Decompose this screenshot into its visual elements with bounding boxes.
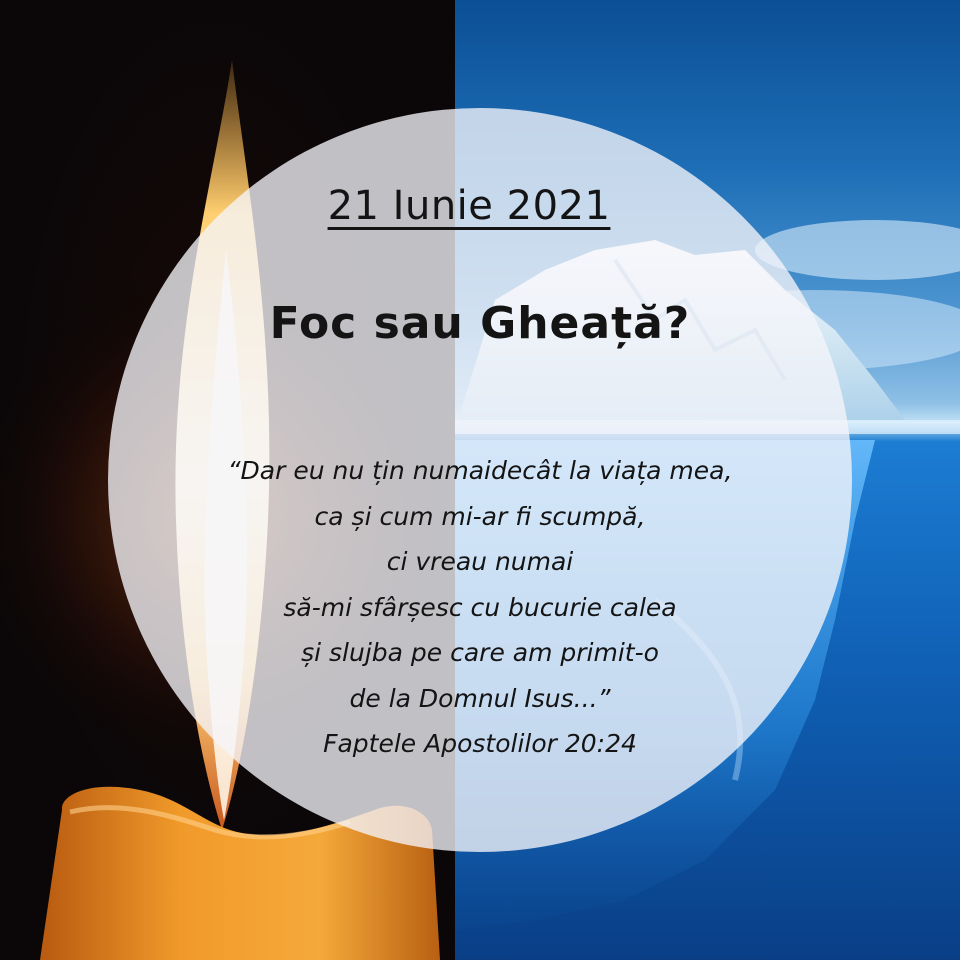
- date-heading: 21 Iunie 2021: [108, 183, 852, 229]
- quote-line: ci vreau numai: [386, 547, 574, 576]
- text-content: 21 Iunie 2021 Foc sau Gheață? “Dar eu nu…: [108, 108, 852, 852]
- date-text: 21 Iunie 2021: [327, 183, 611, 229]
- quote-line: “Dar eu nu țin numaidecât la viața mea,: [227, 456, 733, 485]
- quote-line: ca și cum mi-ar fi scumpă,: [314, 501, 646, 531]
- quote-line: de la Domnul Isus...”: [349, 683, 611, 713]
- title-heading: Foc sau Gheață?: [269, 298, 691, 349]
- bible-quote: “Dar eu nu țin numaidecât la viața mea, …: [108, 448, 852, 767]
- quote-line: și slujba pe care am primit-o: [301, 638, 659, 667]
- poster: 21 Iunie 2021 Foc sau Gheață? “Dar eu nu…: [0, 0, 960, 960]
- quote-line: să-mi sfârșesc cu bucurie calea: [283, 592, 677, 622]
- quote-reference: Faptele Apostolilor 20:24: [323, 729, 637, 758]
